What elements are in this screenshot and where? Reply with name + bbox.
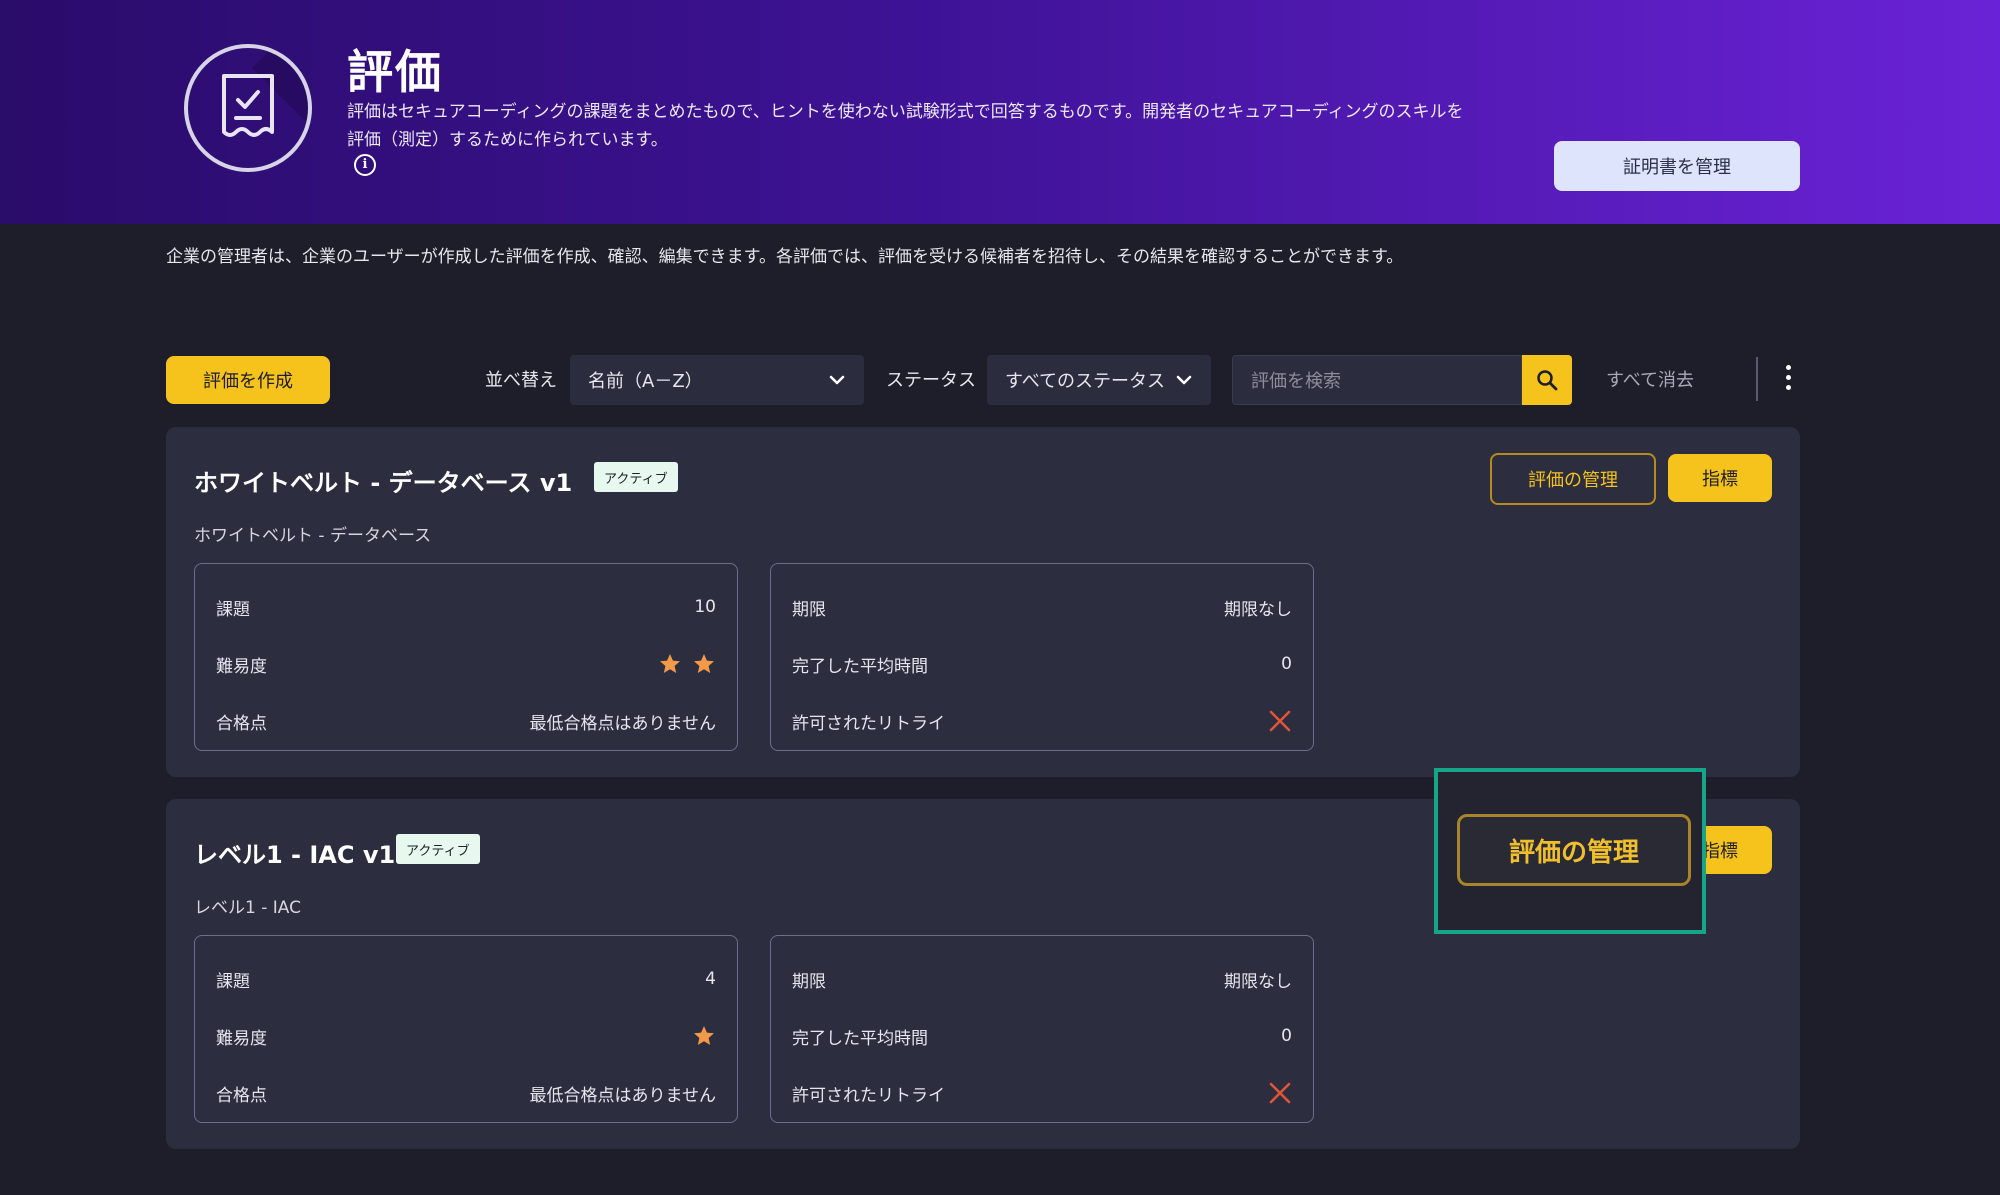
status-label: ステータス [886, 370, 976, 391]
difficulty-stars [658, 652, 716, 676]
page-header: 評価 評価はセキュアコーディングの課題をまとめたもので、ヒントを使わない試験形式… [0, 0, 2000, 224]
assessment-title[interactable]: レベル1 - IAC v1 [194, 835, 395, 870]
challenges-row: 課題 10 [216, 592, 716, 622]
row-label: 合格点 [216, 1085, 267, 1106]
star-icon [660, 654, 680, 673]
create-assessment-button[interactable]: 評価を作成 [166, 356, 330, 404]
retries-row: 許可されたリトライ [792, 1078, 1292, 1108]
row-label: 期限 [792, 599, 826, 620]
search-input[interactable]: 評価を検索 [1232, 355, 1522, 405]
row-value: 10 [694, 597, 716, 617]
assessment-subtitle: ホワイトベルト - データベース [194, 526, 432, 546]
assessment-subtitle: レベル1 - IAC [194, 898, 301, 918]
challenges-row: 課題 4 [216, 964, 716, 994]
page-description: 評価はセキュアコーディングの課題をまとめたもので、ヒントを使わない試験形式で回答… [347, 102, 1464, 150]
row-value: 期限なし [1224, 971, 1292, 992]
assessment-settings-panel: 期限 期限なし 完了した平均時間 0 許可されたリトライ [770, 563, 1314, 751]
difficulty-stars [692, 1024, 716, 1048]
passing-score-row: 合格点 最低合格点はありません [216, 1078, 716, 1108]
row-value: 最低合格点はありません [529, 1085, 717, 1106]
status-select-value: すべてのステータス [1005, 371, 1166, 392]
status-select[interactable]: すべてのステータス [987, 355, 1211, 405]
row-label: 期限 [792, 971, 826, 992]
passing-score-row: 合格点 最低合格点はありません [216, 706, 716, 736]
sort-label: 並べ替え [485, 370, 557, 391]
star-icon [694, 654, 714, 673]
row-label: 許可されたリトライ [792, 1085, 945, 1106]
search-icon [1537, 370, 1558, 391]
assessment-settings-panel: 期限 期限なし 完了した平均時間 0 許可されたリトライ [770, 935, 1314, 1123]
clipboard-check-icon [184, 44, 312, 172]
admin-description: 企業の管理者は、企業のユーザーが作成した評価を作成、確認、編集できます。各評価で… [166, 247, 1404, 267]
retries-row: 許可されたリトライ [792, 706, 1292, 736]
deadline-row: 期限 期限なし [792, 592, 1292, 622]
status-badge: アクティブ [396, 834, 480, 864]
star-icon [694, 1026, 714, 1045]
difficulty-row: 難易度 [216, 1021, 716, 1051]
sort-select[interactable]: 名前（A－Z） [570, 355, 864, 405]
manage-assessment-button[interactable]: 評価の管理 [1457, 814, 1691, 886]
row-label: 完了した平均時間 [792, 1028, 928, 1049]
row-label: 許可されたリトライ [792, 713, 945, 734]
row-value: 期限なし [1224, 599, 1292, 620]
close-icon [1269, 1082, 1291, 1104]
manage-assessment-button[interactable]: 評価の管理 [1490, 453, 1656, 505]
row-label: 難易度 [216, 656, 267, 677]
avg-time-row: 完了した平均時間 0 [792, 1021, 1292, 1051]
assessment-details-panel: 課題 4 難易度 合格点 最低合格点はありません [194, 935, 738, 1123]
row-value: 0 [1281, 1026, 1292, 1046]
chevron-down-icon [1176, 375, 1192, 385]
row-label: 合格点 [216, 713, 267, 734]
deadline-row: 期限 期限なし [792, 964, 1292, 994]
metrics-button[interactable]: 指標 [1668, 454, 1772, 502]
row-value: 4 [705, 969, 716, 989]
row-label: 完了した平均時間 [792, 656, 928, 677]
difficulty-row: 難易度 [216, 649, 716, 679]
close-icon [1269, 710, 1291, 732]
assessment-details-panel: 課題 10 難易度 合格点 最低合格点はありません [194, 563, 738, 751]
row-label: 課題 [216, 971, 250, 992]
assessment-card: ホワイトベルト - データベース v1 アクティブ ホワイトベルト - データベ… [166, 427, 1800, 777]
status-badge: アクティブ [594, 462, 678, 492]
sort-select-value: 名前（A－Z） [588, 371, 703, 392]
row-value: 0 [1281, 654, 1292, 674]
search-button[interactable] [1522, 355, 1572, 405]
info-icon[interactable]: i [354, 154, 376, 176]
chevron-down-icon [829, 375, 845, 385]
row-label: 難易度 [216, 1028, 267, 1049]
toolbar-divider [1756, 357, 1758, 401]
page-title: 評価 [347, 45, 443, 99]
manage-certificates-button[interactable]: 証明書を管理 [1554, 141, 1800, 191]
row-value: 最低合格点はありません [529, 713, 717, 734]
avg-time-row: 完了した平均時間 0 [792, 649, 1292, 679]
more-options-icon[interactable] [1776, 360, 1800, 400]
row-label: 課題 [216, 599, 250, 620]
search-placeholder: 評価を検索 [1251, 371, 1341, 392]
assessment-title[interactable]: ホワイトベルト - データベース v1 [194, 463, 572, 498]
clear-all-button[interactable]: すべて消去 [1606, 366, 1694, 392]
